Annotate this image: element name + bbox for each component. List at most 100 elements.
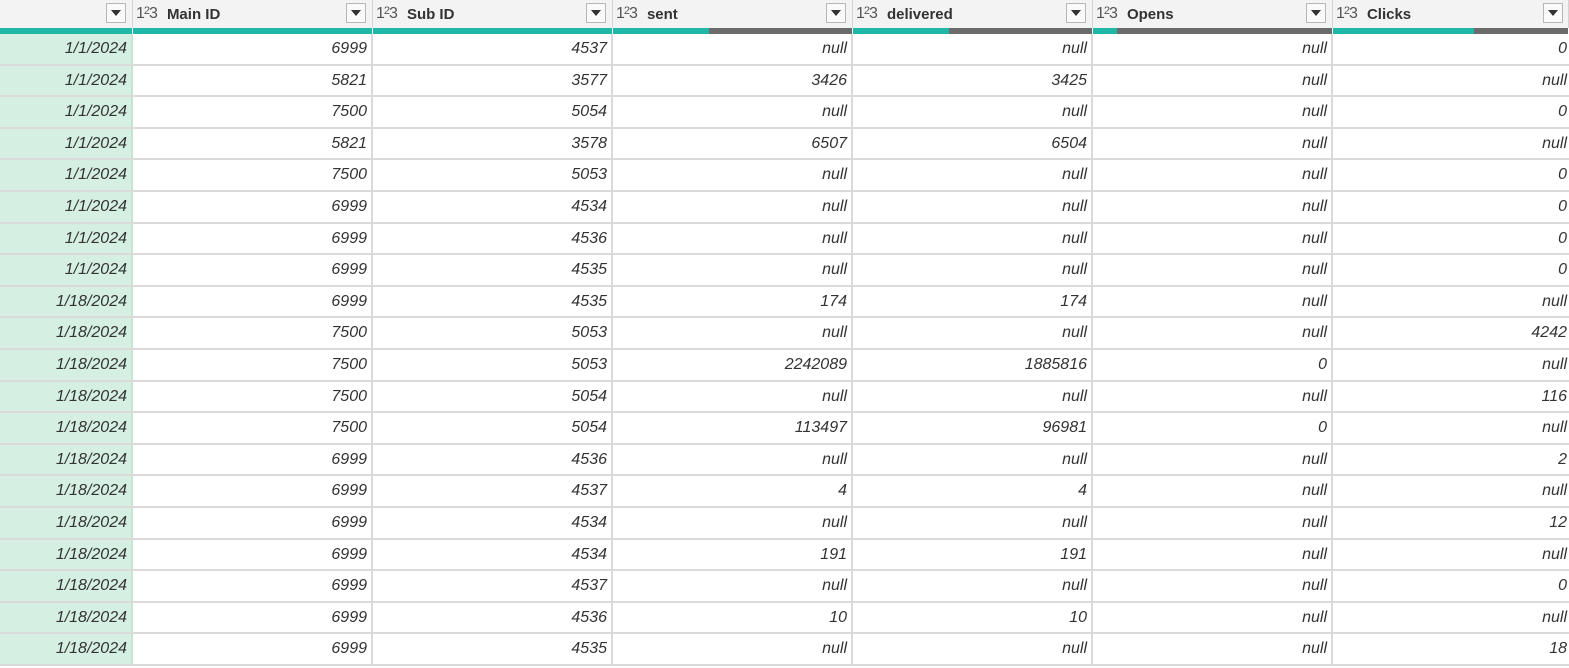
table-cell-opens[interactable]: null [1093,634,1333,664]
table-cell-clicks[interactable]: null [1333,413,1569,443]
table-row[interactable]: 1/1/2024 6999 4534 null null null 0 [0,191,1569,224]
table-cell-sub-id[interactable]: 4535 [373,255,613,285]
table-cell-opens[interactable]: null [1093,65,1333,96]
table-cell-clicks[interactable]: 116 [1333,382,1569,412]
table-cell-sub-id[interactable]: 5053 [373,318,613,348]
table-cell-delivered[interactable]: 96981 [853,413,1093,443]
table-cell-sent[interactable]: 4 [613,476,853,506]
table-cell-delivered[interactable]: null [853,507,1093,538]
table-cell-sub-id[interactable]: 4534 [373,191,613,222]
table-row[interactable]: 1/18/2024 6999 4534 191 191 null null [0,539,1569,572]
table-cell-clicks[interactable]: 2 [1333,445,1569,475]
table-cell-opens[interactable]: null [1093,602,1333,633]
table-cell-clicks[interactable]: null [1333,350,1569,380]
table-cell-sub-id[interactable]: 4535 [373,286,613,317]
table-cell-sent[interactable]: 191 [613,539,853,570]
table-cell-date[interactable]: 1/18/2024 [0,507,133,538]
table-row[interactable]: 1/18/2024 6999 4537 4 4 null null [0,476,1569,508]
table-cell-sent[interactable]: null [613,160,853,190]
table-cell-clicks[interactable]: null [1333,476,1569,506]
table-cell-date[interactable]: 1/1/2024 [0,128,133,159]
table-cell-delivered[interactable]: 6504 [853,128,1093,159]
table-cell-date[interactable]: 1/18/2024 [0,444,133,475]
table-cell-delivered[interactable]: 191 [853,539,1093,570]
table-cell-clicks[interactable]: 4242 [1333,318,1569,348]
table-cell-sub-id[interactable]: 4537 [373,34,613,64]
table-cell-clicks[interactable]: 0 [1333,97,1569,127]
table-cell-date[interactable]: 1/18/2024 [0,318,133,348]
table-cell-sub-id[interactable]: 5054 [373,381,613,412]
table-cell-date[interactable]: 1/1/2024 [0,97,133,127]
table-cell-main-id[interactable]: 5821 [133,128,373,159]
table-cell-clicks[interactable]: 18 [1333,634,1569,664]
table-cell-sub-id[interactable]: 4535 [373,634,613,664]
table-cell-sent[interactable]: null [613,191,853,222]
table-cell-date[interactable]: 1/1/2024 [0,34,133,64]
column-filter-dropdown-button[interactable] [106,3,126,23]
table-cell-sub-id[interactable]: 3578 [373,128,613,159]
table-cell-delivered[interactable]: 10 [853,602,1093,633]
column-header-clicks[interactable]: 123 Clicks [1333,0,1569,28]
table-cell-opens[interactable]: null [1093,128,1333,159]
table-cell-sub-id[interactable]: 5054 [373,97,613,127]
table-row[interactable]: 1/18/2024 7500 5053 null null null 4242 [0,318,1569,350]
table-cell-date[interactable]: 1/18/2024 [0,634,133,664]
table-cell-opens[interactable]: null [1093,97,1333,127]
table-cell-sub-id[interactable]: 4536 [373,602,613,633]
table-cell-delivered[interactable]: null [853,255,1093,285]
table-cell-delivered[interactable]: null [853,34,1093,64]
table-cell-opens[interactable]: null [1093,255,1333,285]
table-cell-date[interactable]: 1/18/2024 [0,286,133,317]
whole-number-type-icon[interactable]: 123 [856,5,878,23]
table-cell-sent[interactable]: null [613,381,853,412]
table-cell-delivered[interactable]: null [853,318,1093,348]
whole-number-type-icon[interactable]: 123 [136,5,158,23]
table-cell-clicks[interactable]: 0 [1333,160,1569,190]
table-cell-sent[interactable]: null [613,255,853,285]
whole-number-type-icon[interactable]: 123 [1336,5,1358,23]
table-cell-delivered[interactable]: 4 [853,476,1093,506]
table-cell-delivered[interactable]: null [853,160,1093,190]
table-cell-opens[interactable]: null [1093,539,1333,570]
table-cell-sent[interactable]: 3426 [613,65,853,96]
column-filter-dropdown-button[interactable] [1543,3,1563,23]
table-cell-sent[interactable]: null [613,97,853,127]
table-cell-main-id[interactable]: 6999 [133,191,373,222]
column-header-main-id[interactable]: 123 Main ID [133,0,373,28]
table-cell-sub-id[interactable]: 5053 [373,160,613,190]
table-cell-sub-id[interactable]: 4537 [373,476,613,506]
table-cell-opens[interactable]: null [1093,34,1333,64]
table-cell-opens[interactable]: null [1093,476,1333,506]
column-header-sent[interactable]: 123 sent [613,0,853,28]
table-row[interactable]: 1/1/2024 7500 5053 null null null 0 [0,160,1569,192]
table-cell-opens[interactable]: null [1093,444,1333,475]
column-filter-dropdown-button[interactable] [586,3,606,23]
column-header-date[interactable] [0,0,133,28]
table-cell-clicks[interactable]: 0 [1333,192,1569,222]
table-cell-main-id[interactable]: 6999 [133,602,373,633]
table-cell-delivered[interactable]: null [853,444,1093,475]
whole-number-type-icon[interactable]: 123 [616,5,638,23]
table-cell-date[interactable]: 1/18/2024 [0,413,133,443]
table-row[interactable]: 1/18/2024 6999 4535 174 174 null null [0,286,1569,319]
column-header-opens[interactable]: 123 Opens [1093,0,1333,28]
table-cell-sub-id[interactable]: 5054 [373,413,613,443]
table-cell-sub-id[interactable]: 3577 [373,65,613,96]
table-cell-sent[interactable]: 2242089 [613,349,853,380]
table-cell-sent[interactable]: null [613,634,853,664]
table-cell-sent[interactable]: null [613,318,853,348]
table-cell-sent[interactable]: 174 [613,286,853,317]
table-cell-delivered[interactable]: null [853,381,1093,412]
table-cell-opens[interactable]: null [1093,571,1333,601]
table-cell-date[interactable]: 1/18/2024 [0,381,133,412]
table-cell-sent[interactable]: null [613,507,853,538]
table-cell-clicks[interactable]: 12 [1333,508,1569,538]
table-cell-clicks[interactable]: 0 [1333,34,1569,64]
table-cell-delivered[interactable]: 3425 [853,65,1093,96]
table-cell-opens[interactable]: null [1093,318,1333,348]
table-row[interactable]: 1/18/2024 6999 4534 null null null 12 [0,507,1569,540]
table-cell-date[interactable]: 1/18/2024 [0,476,133,506]
table-cell-clicks[interactable]: 0 [1333,255,1569,285]
table-cell-sent[interactable]: 6507 [613,128,853,159]
table-cell-clicks[interactable]: null [1333,603,1569,633]
